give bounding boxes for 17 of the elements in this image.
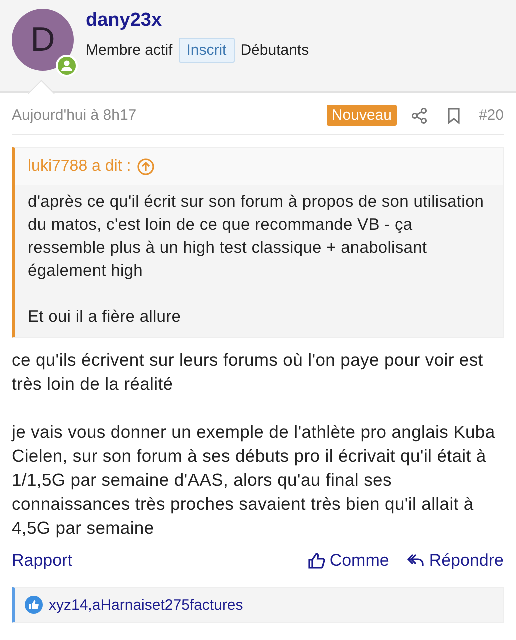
reply-button[interactable]: Répondre <box>407 551 504 571</box>
post-text: ce qu'ils écrivent sur leurs forums où l'on paye pour voir est très loin de la réalité <box>12 349 484 396</box>
likes-list[interactable]: xyz14,aHarnaiset275factures <box>49 596 244 614</box>
username[interactable]: dany23x <box>86 10 162 32</box>
report-link[interactable]: Rapport <box>12 551 72 571</box>
quote-text: Et oui il a fière allure <box>28 307 182 328</box>
user-badge: Inscrit <box>178 38 235 63</box>
like-button[interactable]: Comme <box>308 551 390 571</box>
user-group: Débutants <box>240 42 310 59</box>
jump-up-icon[interactable] <box>137 158 156 176</box>
thumbs-up-icon <box>308 552 326 570</box>
new-badge: Nouveau <box>326 105 397 126</box>
post-text: je vais vous donner un exemple de l'athlète pro anglais Kuba Cielen, sur son forum à ses débuts pro il écrivait qu'il était à 1/1,5G par semaine d'AAS, alors qu'au final ses connaissances très proches savaient très bien qu'il allait à 4,5G par semaine <box>12 421 496 540</box>
share-icon[interactable] <box>410 106 429 124</box>
like-icon <box>25 596 43 614</box>
quote-text: d'après ce qu'il écrit sur son forum à propos de son utilisation du matos, c'est loin de ce que recommande VB - ça ressemble plus à un high test classique + anabolisant également high <box>28 192 486 282</box>
user-title: Membre actif <box>86 42 173 59</box>
